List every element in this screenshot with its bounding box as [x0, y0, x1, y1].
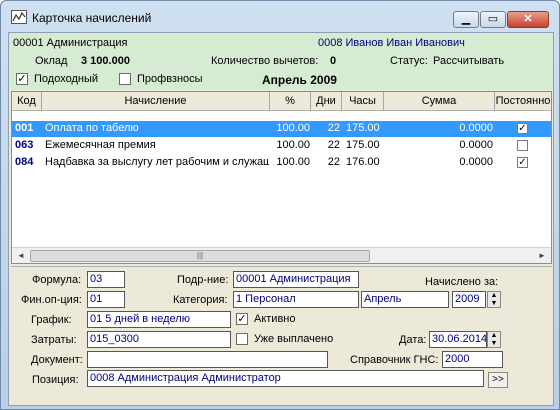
schedule-label: График: — [31, 314, 72, 326]
cell-hours: 176.00 — [346, 156, 380, 168]
income-tax-checkbox[interactable]: ✓ — [16, 73, 28, 85]
union-fees-label: Профвзносы — [137, 73, 203, 85]
salary-value: 3 100.000 — [81, 55, 130, 67]
deductions-label: Количество вычетов: — [211, 55, 319, 67]
column-header-accrual[interactable]: Начисление — [42, 92, 270, 111]
cell-code: 063 — [15, 139, 34, 151]
column-header-sum[interactable]: Сумма — [384, 92, 495, 111]
cell-percent: 100.00 — [276, 122, 310, 134]
table-header: Код Начисление % Дни Часы Сумма Постоянн… — [12, 92, 551, 111]
window-client: 00001 Администрация 0008 Иванов Иван Ива… — [8, 32, 554, 406]
schedule-field[interactable]: 01 5 дней в неделю — [87, 311, 231, 328]
cell-accrual: Ежемесячная премия — [45, 139, 156, 151]
already-paid-label: Уже выплачено — [254, 333, 334, 345]
cell-sum: 0.0000 — [459, 156, 493, 168]
window: Карточка начислений ▁ ▭ ✕ 00001 Админист… — [0, 0, 560, 410]
column-header-permanent[interactable]: Постоянно — [495, 92, 551, 111]
year-field[interactable]: 2009 — [452, 291, 486, 308]
formula-label: Формула: — [32, 274, 82, 286]
subdivision-field[interactable]: 00001 Администрация — [233, 271, 359, 288]
fin-operation-field[interactable]: 01 — [87, 291, 125, 308]
costs-field[interactable]: 015_0300 — [87, 331, 231, 348]
cell-accrual: Оплата по табелю — [45, 122, 139, 134]
month-field[interactable]: Апрель — [361, 291, 449, 308]
cell-days: 22 — [327, 139, 340, 151]
salary-label: Оклад — [35, 55, 68, 67]
cell-code: 084 — [15, 156, 34, 168]
period-label: Апрель 2009 — [262, 73, 337, 87]
cell-hours: 175.00 — [346, 139, 380, 151]
column-header-hours[interactable]: Часы — [342, 92, 384, 111]
accrued-for-label: Начислено за: — [425, 276, 499, 288]
gns-reference-field[interactable]: 2000 — [442, 351, 503, 368]
maximize-button[interactable]: ▭ — [480, 11, 506, 28]
active-label: Активно — [254, 313, 296, 325]
column-header-percent[interactable]: % — [270, 92, 311, 111]
column-header-days[interactable]: Дни — [311, 92, 342, 111]
category-field[interactable]: 1 Персонал — [233, 291, 359, 308]
minimize-button[interactable]: ▁ — [453, 11, 479, 28]
status-label: Статус: — [390, 55, 428, 67]
income-tax-label: Подоходный — [34, 73, 98, 85]
horizontal-scrollbar[interactable]: ◄ ||| ► — [12, 247, 551, 263]
window-title: Карточка начислений — [32, 11, 152, 25]
table-row[interactable]: 063 Ежемесячная премия 100.00 22 175.00 … — [12, 138, 551, 154]
scroll-left-icon[interactable]: ◄ — [13, 249, 29, 263]
permanent-checkbox[interactable]: ✓ — [517, 157, 528, 168]
already-paid-checkbox[interactable] — [236, 333, 248, 345]
table-row[interactable]: 001 Оплата по табелю 100.00 22 175.00 0.… — [12, 121, 551, 137]
permanent-checkbox[interactable]: ✓ — [517, 123, 528, 134]
fin-operation-label: Фин.оп-ция: — [21, 294, 82, 306]
cell-sum: 0.0000 — [459, 122, 493, 134]
cell-accrual: Надбавка за выслугу лет рабочим и служащ — [45, 156, 269, 168]
table-row[interactable]: 084 Надбавка за выслугу лет рабочим и сл… — [12, 155, 551, 171]
status-value: Рассчитывать — [433, 55, 505, 67]
active-checkbox[interactable]: ✓ — [236, 313, 248, 325]
cell-days: 22 — [327, 156, 340, 168]
gns-reference-label: Справочник ГНС: — [350, 354, 439, 366]
employee-header: 00001 Администрация 0008 Иванов Иван Ива… — [9, 33, 553, 90]
union-fees-checkbox[interactable] — [119, 73, 131, 85]
deductions-value: 0 — [330, 55, 337, 67]
date-field[interactable]: 30.06.2014 — [429, 331, 487, 348]
column-header-code[interactable]: Код — [12, 92, 42, 111]
close-button[interactable]: ✕ — [507, 11, 549, 28]
cell-hours: 175.00 — [346, 122, 380, 134]
accrual-detail-form: Формула: 03 Подр-ние: 00001 Администраци… — [11, 266, 552, 405]
employee-name: 0008 Иванов Иван Иванович — [318, 37, 465, 49]
position-field[interactable]: 0008 Администрация Администратор — [87, 370, 484, 387]
position-lookup-button[interactable]: >> — [488, 372, 508, 388]
date-label: Дата: — [399, 334, 427, 346]
cell-sum: 0.0000 — [459, 139, 493, 151]
formula-field[interactable]: 03 — [87, 271, 125, 288]
costs-label: Затраты: — [31, 334, 77, 346]
position-label: Позиция: — [32, 374, 79, 386]
category-label: Категория: — [173, 294, 228, 306]
cell-code: 001 — [15, 122, 34, 134]
permanent-checkbox[interactable] — [517, 140, 528, 151]
document-label: Документ: — [31, 354, 83, 366]
title-bar[interactable]: Карточка начислений ▁ ▭ ✕ — [1, 1, 559, 33]
year-spin-icon[interactable]: ▲ ▼ — [487, 291, 501, 308]
department-label: 00001 Администрация — [13, 37, 128, 49]
cell-percent: 100.00 — [276, 156, 310, 168]
date-spin-icon[interactable]: ▲ ▼ — [487, 331, 501, 348]
app-icon — [11, 10, 27, 24]
document-field[interactable] — [87, 351, 328, 368]
cell-percent: 100.00 — [276, 139, 310, 151]
scroll-thumb[interactable]: ||| — [30, 250, 370, 262]
accruals-table[interactable]: Код Начисление % Дни Часы Сумма Постоянн… — [11, 91, 552, 264]
cell-days: 22 — [327, 122, 340, 134]
subdivision-label: Подр-ние: — [177, 274, 229, 286]
scroll-right-icon[interactable]: ► — [534, 249, 550, 263]
